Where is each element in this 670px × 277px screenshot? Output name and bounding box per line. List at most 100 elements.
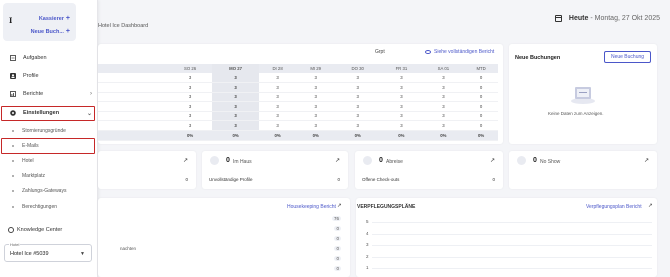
summary-cell: 0% (464, 130, 498, 141)
table-cell: 3 (258, 92, 297, 102)
arrow-up-right-icon: ↗ (337, 203, 342, 209)
table-cell: 3 (258, 101, 297, 112)
table-cell: 3 (380, 120, 423, 131)
group-label: Grpt (375, 49, 385, 55)
table-cell: 3 (422, 82, 465, 93)
meal-plans-report-link[interactable]: Verpflegungsplan Bericht (586, 204, 642, 210)
empty-state-text: Keine Daten zum Anzeigen. (548, 111, 604, 116)
stat-card-in-house[interactable]: 0 Im Haus ↗ Unvollständige Profile 0 (202, 151, 348, 189)
column-header: SO 26 (168, 64, 213, 73)
sidebar-subitem-hotel[interactable]: Hotel (0, 154, 98, 167)
table-cell: 3 (258, 120, 297, 131)
table-header-row: SO 26 MO 27 DI 28 MI 29 DO 30 FR 31 SA 0… (98, 64, 498, 73)
table-row: 33333330 (98, 73, 498, 83)
table-row: 33333330 (98, 101, 498, 112)
y-tick-label: 1 (366, 265, 369, 270)
table-cell: 3 (212, 82, 259, 93)
table-cell (98, 101, 168, 112)
table-cell: 3 (335, 92, 381, 102)
calendar-icon (554, 15, 562, 22)
reports-icon (10, 91, 16, 97)
sidebar-subitem-permissions[interactable]: Berechtigungen (0, 200, 98, 213)
knowledge-center-link[interactable]: Knowledge Center (8, 227, 62, 233)
column-header: MI 29 (296, 64, 336, 73)
y-tick-label: 5 (366, 219, 369, 224)
hotel-select-label: Hotel (9, 242, 21, 247)
sidebar-subitem-marketplace[interactable]: Marktplatz (0, 169, 98, 182)
no-show-icon (517, 156, 526, 165)
column-header: DO 30 (335, 64, 381, 73)
view-full-report-link[interactable]: Siehe vollständigen Bericht (425, 49, 494, 55)
hotel-select[interactable]: Hotel Hotel Ice #5039 ▼ (4, 242, 92, 262)
date-display[interactable]: Heute - Montag, 27 Okt 2025 (554, 15, 660, 22)
table-cell: 3 (422, 92, 465, 102)
summary-cell: 0% (380, 130, 423, 141)
bullet-icon (12, 189, 14, 192)
arrow-up-right-icon: ↗ (182, 158, 188, 164)
table-cell: 0 (464, 101, 498, 112)
stat-card-departures[interactable]: 0 Abreise ↗ Offene Check-outs 0 (355, 151, 503, 189)
today-label: Heute (568, 15, 589, 22)
summary-cell: 0% (212, 130, 259, 141)
table-cell: 3 (335, 111, 381, 121)
sidebar-item-profiles[interactable]: Profile (0, 69, 98, 83)
y-tick-label: 4 (366, 230, 369, 236)
table-cell: 3 (296, 73, 336, 83)
housekeeping-report-link[interactable]: Housekeeping Bericht (287, 204, 336, 210)
table-cell: 3 (258, 82, 297, 93)
help-icon (8, 227, 14, 233)
column-header (98, 64, 168, 73)
y-tick-label: 3 (366, 242, 369, 247)
profile-icon (10, 73, 16, 79)
arrow-up-right-icon: ↗ (489, 158, 495, 164)
table-cell: 3 (380, 101, 423, 112)
chevron-right-icon: › (90, 91, 92, 97)
table-cell: 3 (296, 120, 336, 131)
highlight-emails (1, 138, 95, 154)
table-row: 33333330 (98, 111, 498, 121)
empty-state-icon (570, 84, 596, 104)
housekeeping-row-count: 0 (334, 226, 341, 231)
stat-card-no-show[interactable]: 0 No Show ↗ (509, 151, 657, 189)
plus-icon: + (65, 15, 70, 22)
housekeeping-row-label: nachten (120, 246, 137, 251)
stat-card-arrivals[interactable]: ↗ 0 (98, 151, 196, 189)
bullet-icon (12, 174, 14, 177)
housekeeping-row: 0 (98, 265, 348, 274)
table-cell: 3 (168, 120, 213, 131)
table-cell: 0 (464, 82, 498, 93)
hotel-select-value: Hotel Ice #5039 (10, 251, 49, 257)
column-header: MTD (464, 64, 498, 73)
sidebar-subitem-payment-gateways[interactable]: Zahlungs-Gateways (0, 184, 98, 197)
plus-icon: + (65, 28, 70, 35)
new-booking-link[interactable]: Neue Buch... + (31, 28, 70, 35)
bullet-icon (12, 205, 14, 208)
table-cell (98, 92, 168, 102)
table-cell: 3 (212, 92, 259, 102)
table-cell: 3 (380, 73, 423, 83)
table-cell: 0 (464, 92, 498, 102)
housekeeping-row-count: 0 (334, 246, 341, 251)
departure-icon (363, 156, 372, 165)
table-cell: 0 (464, 120, 498, 131)
sidebar-subitem-cancel-reasons[interactable]: Stornierungsgründe (0, 124, 98, 137)
table-cell: 3 (258, 73, 297, 83)
new-booking-button[interactable]: Neue Buchung (604, 51, 651, 63)
table-cell: 3 (168, 73, 213, 83)
table-cell (98, 111, 168, 121)
sidebar-item-tasks[interactable]: Aufgaben (0, 51, 98, 65)
table-cell: 3 (296, 92, 336, 102)
grid-line (372, 256, 652, 258)
cashier-link[interactable]: Kassierer + (39, 15, 70, 22)
table-cell: 3 (422, 101, 465, 112)
table-cell (98, 120, 168, 131)
sidebar-item-reports[interactable]: Berichte › (0, 87, 98, 101)
current-date: - Montag, 27 Okt 2025 (590, 15, 660, 22)
bullet-icon (12, 129, 14, 132)
table-cell: 3 (168, 111, 213, 121)
housekeeping-row: 0 (98, 235, 348, 244)
housekeeping-row-count: 0 (334, 236, 341, 241)
arrow-up-right-icon: ↗ (648, 203, 653, 209)
table-row: 33333330 (98, 120, 498, 131)
table-cell: 3 (335, 73, 381, 83)
